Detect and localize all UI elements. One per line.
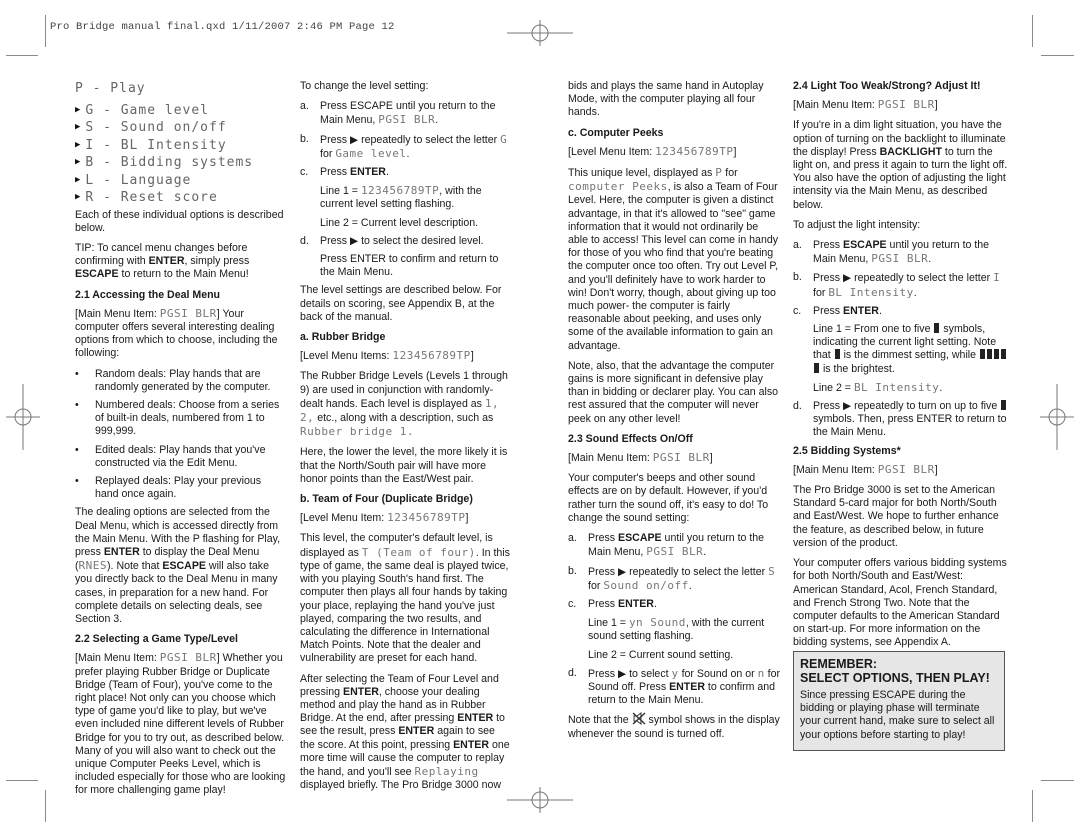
registration-mark-bottom bbox=[507, 787, 573, 813]
section-heading: 2.2 Selecting a Game Type/Level bbox=[75, 633, 238, 646]
step-detail: Line 1 = 123456789TP, with the current l… bbox=[320, 184, 482, 211]
crop-mark bbox=[6, 55, 38, 56]
step-detail: Press ENTER to confirm and return to the… bbox=[320, 253, 499, 279]
step-detail: Line 2 = BL Intensity. bbox=[813, 380, 943, 394]
section-paragraph: This unique level, displayed as P for co… bbox=[568, 166, 779, 352]
list-item: • Random deals: Play hands that are rando… bbox=[75, 367, 271, 393]
list-item: • Numbered deals: Choose from a series of… bbox=[75, 398, 280, 438]
step-b: b. Press ▶ repeatedly to select the lette… bbox=[568, 564, 776, 592]
light-bar-icon bbox=[834, 349, 840, 360]
level-items: [Level Menu Item: 123456789TP] bbox=[300, 511, 469, 525]
step-detail: Line 2 = Current level description. bbox=[320, 216, 479, 229]
section-paragraph: Here, the lower the level, the more like… bbox=[300, 446, 508, 485]
menu-item: ▶ S - Sound on/off bbox=[75, 120, 227, 135]
play-triangle-icon: ▶ bbox=[75, 122, 82, 132]
section-paragraph: Note that the symbol shows in the displa… bbox=[568, 712, 780, 740]
callout-body: Since pressing ESCAPE during the bidding… bbox=[800, 689, 995, 741]
menu-item: ▶ I - BL Intensity bbox=[75, 137, 227, 153]
step-a: a. Press ESCAPE until you return to the M… bbox=[300, 100, 496, 127]
step-d: d. Press ▶ to select y for Sound on or n … bbox=[568, 666, 780, 707]
crop-mark bbox=[1032, 790, 1033, 822]
section-paragraph: The level settings are described below. … bbox=[300, 284, 502, 323]
play-triangle-icon: ▶ bbox=[75, 104, 82, 115]
section-paragraph: To adjust the light intensity: bbox=[793, 218, 921, 231]
light-bar-icon bbox=[934, 323, 940, 334]
menu-item: ▶ G - Game level bbox=[75, 102, 209, 118]
step-c: c. Press ENTER. bbox=[793, 304, 882, 317]
column-4: 2.4 Light Too Weak/Strong? Adjust It! [M… bbox=[793, 80, 1008, 657]
section-heading: 2.4 Light Too Weak/Strong? Adjust It! bbox=[793, 80, 981, 92]
section-paragraph: If you're in a dim light situation, you … bbox=[793, 119, 1008, 211]
section-paragraph: Your computer offers various bidding sys… bbox=[793, 557, 1007, 649]
section-heading: a. Rubber Bridge bbox=[300, 331, 386, 344]
section-heading: 2.1 Accessing the Deal Menu bbox=[75, 288, 221, 301]
step-d: d. Press ▶ repeatedly to turn on up to fi… bbox=[793, 400, 1007, 439]
menu-item: ▶ L - Language bbox=[75, 172, 192, 188]
intro-text: Each of these individual options is desc… bbox=[75, 208, 284, 234]
remember-callout: REMEMBER: SELECT OPTIONS, THEN PLAY! Sin… bbox=[793, 651, 1005, 751]
menu-list: ▶ G - Game level ▶ S - Sound on/off ▶ I - B… bbox=[75, 102, 287, 207]
crop-mark bbox=[1041, 55, 1074, 56]
menu-item-ref: [Main Menu Item: PGSI BLR] bbox=[793, 98, 938, 112]
registration-mark-right bbox=[1040, 384, 1074, 450]
crop-mark bbox=[1041, 780, 1074, 781]
section-paragraph: [Main Menu Item: PGSI BLR] Your computer… bbox=[75, 306, 278, 360]
play-triangle-icon: ▶ bbox=[75, 139, 82, 150]
registration-mark-top bbox=[507, 20, 573, 46]
section-heading: c. Computer Peeks bbox=[568, 126, 664, 139]
sound-off-icon bbox=[632, 712, 646, 726]
registration-mark-left bbox=[6, 384, 40, 450]
step-a: a. Press ESCAPE until you return to the M… bbox=[793, 239, 990, 266]
list-item: • Edited deals: Play hands that you've co… bbox=[75, 443, 266, 469]
section-paragraph: This level, the computer's default level… bbox=[300, 532, 510, 665]
play-triangle-icon: ▶ bbox=[75, 192, 82, 202]
step-b: b. Press ▶ repeatedly to select the lette… bbox=[793, 271, 1001, 299]
section-paragraph: [Main Menu Item: PGSI BLR] Whether you p… bbox=[75, 651, 286, 797]
step-c: c. Press ENTER. bbox=[568, 597, 657, 610]
level-items: [Level Menu Items: 123456789TP] bbox=[300, 349, 474, 363]
section-heading: 2.3 Sound Effects On/Off bbox=[568, 432, 693, 445]
play-triangle-icon: ▶ bbox=[75, 157, 82, 167]
column-1: P - Play ▶ G - Game level ▶ S - Sound on/o… bbox=[75, 80, 287, 805]
section-paragraph: bids and plays the same hand in Autoplay… bbox=[568, 80, 764, 119]
section-heading: b. Team of Four (Duplicate Bridge) bbox=[300, 493, 473, 506]
crop-mark bbox=[6, 780, 38, 781]
crop-mark bbox=[45, 790, 46, 822]
menu-item: ▶ R - Reset score bbox=[75, 190, 218, 205]
column-2: To change the level setting: a. Press ESC… bbox=[300, 80, 512, 799]
crop-mark bbox=[1032, 15, 1033, 47]
step-c: c. Press ENTER. bbox=[300, 166, 389, 179]
menu-item: ▶ B - Bidding systems bbox=[75, 155, 254, 170]
step-d: d. Press ▶ to select the desired level. bbox=[300, 234, 484, 247]
intro-text: To change the level setting: bbox=[300, 80, 429, 92]
section-paragraph: The dealing options are selected from th… bbox=[75, 506, 281, 625]
print-slug: Pro Bridge manual final.qxd 1/11/2007 2:… bbox=[50, 21, 395, 33]
section-paragraph: Your computer's beeps and other sound ef… bbox=[568, 472, 769, 524]
section-paragraph: The Rubber Bridge Levels (Levels 1 throu… bbox=[300, 370, 508, 439]
step-detail: Line 2 = Current sound setting. bbox=[588, 648, 734, 661]
column-3: bids and plays the same hand in Autoplay… bbox=[568, 80, 780, 748]
step-a: a. Press ESCAPE until you return to the M… bbox=[568, 532, 765, 559]
tip-text: TIP: To cancel menu changes before confi… bbox=[75, 241, 250, 281]
callout-subtitle: SELECT OPTIONS, THEN PLAY! bbox=[800, 671, 990, 685]
crop-mark bbox=[45, 15, 46, 47]
menu-item-ref: [Main Menu Item: PGSI BLR] bbox=[568, 451, 713, 465]
step-detail: Line 1 = From one to five symbols, indic… bbox=[813, 323, 1008, 376]
section-paragraph: Note, also, that the advantage the compu… bbox=[568, 359, 779, 425]
section-paragraph: After selecting the Team of Four Level a… bbox=[300, 672, 510, 792]
section-heading: 2.5 Bidding Systems* bbox=[793, 444, 901, 457]
level-items: [Level Menu Item: 123456789TP] bbox=[568, 144, 737, 158]
step-b: b. Press ▶ repeatedly to select the lette… bbox=[300, 132, 508, 160]
callout-title: REMEMBER: bbox=[800, 657, 878, 671]
play-triangle-icon: ▶ bbox=[75, 174, 82, 185]
menu-item-ref: [Main Menu Item: PGSI BLR] bbox=[793, 462, 938, 476]
light-bar-icon bbox=[1001, 400, 1007, 411]
list-item: • Replayed deals: Play your previous hand… bbox=[75, 474, 262, 501]
menu-title: P - Play bbox=[75, 81, 146, 96]
section-paragraph: The Pro Bridge 3000 is set to the Americ… bbox=[793, 484, 999, 549]
step-detail: Line 1 = yn Sound, with the current soun… bbox=[588, 616, 765, 643]
